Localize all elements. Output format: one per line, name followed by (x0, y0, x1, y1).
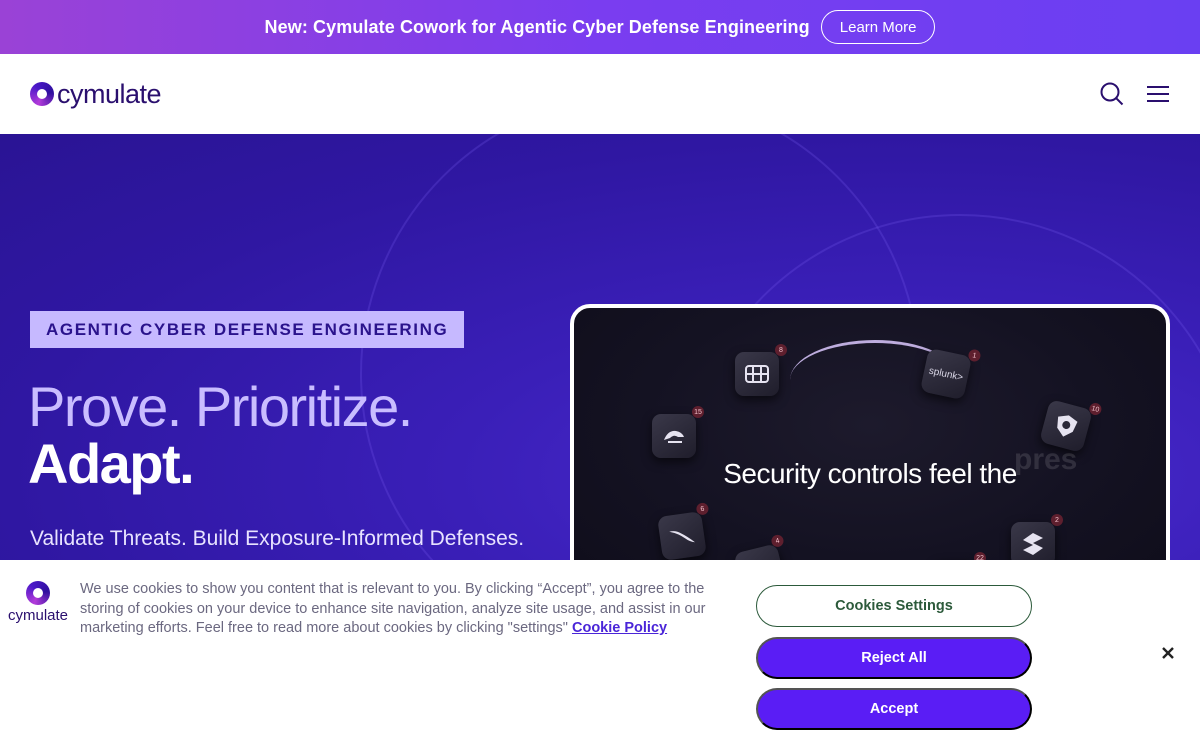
hero-section: AGENTIC CYBER DEFENSE ENGINEERING Prove.… (0, 134, 1200, 560)
reject-all-button[interactable]: Reject All (756, 637, 1032, 679)
cymulate-logo-icon (26, 581, 50, 605)
hero-subtitle: Validate Threats. Build Exposure-Informe… (30, 527, 525, 550)
tile-badge: 4 (770, 533, 785, 549)
header-actions (1100, 82, 1170, 106)
vendor-icon: 4 (733, 533, 787, 560)
learn-more-button[interactable]: Learn More (820, 10, 936, 44)
s-logo-icon: 2 (1011, 514, 1063, 560)
cymulate-logo[interactable]: cymulate (30, 78, 162, 110)
accept-button[interactable]: Accept (756, 688, 1032, 730)
tile-badge: 15 (692, 406, 704, 418)
tile-badge: 2 (1051, 514, 1063, 526)
site-header: cymulate (0, 54, 1200, 134)
cymulate-logo-icon (30, 82, 54, 106)
logo-text: cymulate (57, 78, 162, 109)
close-icon[interactable] (1158, 643, 1178, 663)
splunk-label: splunk> (927, 365, 965, 383)
hero-title-line-2: Adapt. (28, 432, 195, 495)
hamburger-menu-icon[interactable] (1146, 82, 1170, 106)
tile-badge: 10 (1088, 401, 1103, 417)
video-caption: Security controls feel the (723, 458, 1017, 489)
cookie-policy-link[interactable]: Cookie Policy (572, 620, 667, 636)
hero-video[interactable]: 8 splunk> 1 15 10 6 4 2 22 pres Security (570, 304, 1170, 560)
splunk-icon: splunk> 1 (919, 347, 982, 401)
cookie-banner-logo: cymulate (5, 581, 71, 624)
search-icon[interactable] (1100, 82, 1124, 106)
announcement-text: New: Cymulate Cowork for Agentic Cyber D… (264, 16, 810, 37)
hero-tag: AGENTIC CYBER DEFENSE ENGINEERING (30, 311, 465, 348)
tile-badge: 6 (695, 502, 710, 516)
crowdstrike-falcon-icon: 6 (657, 502, 710, 560)
zscaler-icon: 15 (652, 406, 704, 458)
firewall-icon: 8 (735, 344, 787, 396)
tile-badge: 1 (967, 348, 982, 363)
hero-title-line-1: Prove. Prioritize. (28, 375, 413, 438)
cookie-banner: cymulate We use cookies to show you cont… (0, 560, 1200, 750)
cookie-banner-text: We use cookies to show you content that … (80, 580, 720, 639)
tile-badge: 22 (974, 552, 986, 560)
announcement-bar: New: Cymulate Cowork for Agentic Cyber D… (0, 0, 1200, 54)
cookies-settings-button[interactable]: Cookies Settings (756, 585, 1032, 627)
tile-badge: 8 (775, 344, 787, 356)
cookie-logo-text: cymulate (7, 607, 69, 624)
